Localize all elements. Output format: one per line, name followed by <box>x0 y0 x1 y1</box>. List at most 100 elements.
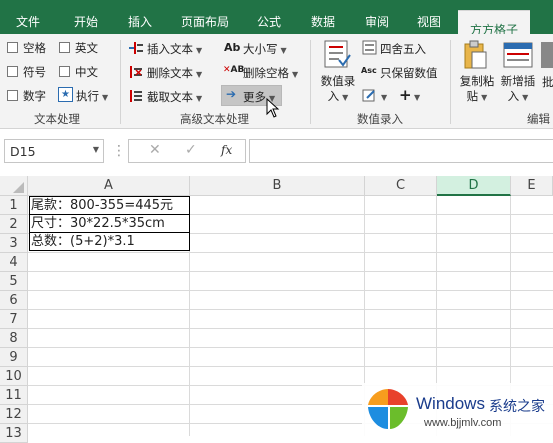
cell-a1[interactable]: 尾款：800-355=445元 <box>29 196 190 215</box>
name-box[interactable]: D15 ▼ <box>4 139 104 163</box>
column-header-b[interactable]: B <box>190 176 365 196</box>
row-header[interactable]: 3 <box>0 234 28 253</box>
watermark: Windows 系统之家 www.bjjmlv.com <box>362 383 553 436</box>
tab-formulas[interactable]: 公式 <box>248 0 290 34</box>
delete-text-icon <box>128 64 144 80</box>
checkbox-number-label: 数字 <box>23 89 46 103</box>
extract-text-button[interactable]: 截取文本 ▼ <box>147 89 202 105</box>
number-entry-icon <box>323 40 351 70</box>
keep-numbers-icon: Asc <box>361 66 377 75</box>
tab-fangfang[interactable]: 方方格子 <box>458 10 530 37</box>
execute-star-icon: ★ <box>58 87 73 102</box>
checkbox-space-label: 空格 <box>23 41 46 55</box>
formula-buttons: ✕ ✓ fx <box>128 139 246 163</box>
name-box-value: D15 <box>10 144 36 159</box>
gridline <box>28 328 553 329</box>
edit-cell-icon <box>362 89 376 103</box>
row-header[interactable]: 10 <box>0 367 28 386</box>
group-label-advanced-text: 高级文本处理 <box>180 112 249 126</box>
watermark-brand: Windows <box>416 394 485 413</box>
tab-file[interactable]: 文件 <box>4 0 52 34</box>
checkbox-symbol-label: 符号 <box>23 65 46 79</box>
checkbox-space[interactable] <box>7 42 18 53</box>
row-header[interactable]: 7 <box>0 310 28 329</box>
group-separator <box>120 40 121 124</box>
tab-page-layout[interactable]: 页面布局 <box>174 0 236 34</box>
gridline <box>28 290 553 291</box>
checkbox-english[interactable] <box>59 42 70 53</box>
row-header[interactable]: 11 <box>0 386 28 405</box>
group-label-edit: 编辑 <box>527 112 550 126</box>
insert-text-button[interactable]: 插入文本 ▼ <box>147 41 202 57</box>
row-header[interactable]: 13 <box>0 424 28 443</box>
cell-a3[interactable]: 总数：(5+2)*3.1 <box>29 232 190 251</box>
tab-view[interactable]: 视图 <box>408 0 450 34</box>
watermark-brand-cn: 系统之家 <box>489 399 545 415</box>
row-header[interactable]: 2 <box>0 215 28 234</box>
cancel-icon[interactable]: ✕ <box>149 142 161 158</box>
insert-text-icon <box>128 40 144 56</box>
name-box-dropdown-icon[interactable]: ▼ <box>93 145 99 154</box>
confirm-icon[interactable]: ✓ <box>185 142 197 158</box>
insert-function-icon[interactable]: fx <box>221 143 232 157</box>
row-header[interactable]: 9 <box>0 348 28 367</box>
row-header[interactable]: 5 <box>0 272 28 291</box>
new-insert-icon <box>503 42 533 68</box>
delete-text-button[interactable]: 删除文本 ▼ <box>147 65 202 81</box>
tab-data[interactable]: 数据 <box>302 0 344 34</box>
cell-a2[interactable]: 尺寸：30*22.5*35cm <box>29 214 190 233</box>
copy-paste-button[interactable]: 复制粘贴 ▼ <box>458 74 496 105</box>
row-header[interactable]: 12 <box>0 405 28 424</box>
case-icon: Ab <box>224 41 241 54</box>
column-header-d[interactable]: D <box>437 176 511 196</box>
gridline <box>28 252 553 253</box>
group-label-text-processing: 文本处理 <box>34 112 80 126</box>
checkbox-english-label: 英文 <box>75 41 98 55</box>
column-header-a[interactable]: A <box>28 176 190 196</box>
row-header[interactable]: 4 <box>0 253 28 272</box>
round-button[interactable]: 四舍五入 <box>380 41 426 57</box>
keep-numbers-button[interactable]: 只保留数值 <box>380 65 438 81</box>
checkbox-number[interactable] <box>7 90 18 101</box>
new-insert-button[interactable]: 新增插入 ▼ <box>499 74 537 105</box>
tab-home[interactable]: 开始 <box>62 0 110 34</box>
watermark-url: www.bjjmlv.com <box>424 417 502 429</box>
case-button[interactable]: 大小写 ▼ <box>243 41 287 57</box>
row-header[interactable]: 8 <box>0 329 28 348</box>
windows-logo-icon <box>366 387 410 431</box>
number-entry-button[interactable]: 数值录入 ▼ <box>319 74 357 105</box>
copy-paste-icon <box>462 40 488 70</box>
column-header-e[interactable]: E <box>511 176 553 196</box>
checkbox-chinese-label: 中文 <box>75 65 98 79</box>
round-icon <box>362 40 377 55</box>
row-header[interactable]: 1 <box>0 196 28 215</box>
gridline <box>28 309 553 310</box>
select-all-corner[interactable] <box>0 176 28 196</box>
delete-space-button[interactable]: 删除空格 ▼ <box>243 65 298 81</box>
plus-dropdown[interactable]: ▼ <box>411 89 420 103</box>
ribbon-tab-bar: 文件 开始 插入 页面布局 公式 数据 审阅 视图 方方格子 <box>0 0 553 37</box>
tab-review[interactable]: 审阅 <box>356 0 398 34</box>
checkbox-chinese[interactable] <box>59 66 70 77</box>
delete-space-icon: ✕AB <box>223 65 245 75</box>
tab-insert[interactable]: 插入 <box>116 0 164 34</box>
batch-button[interactable]: 批 <box>542 74 553 90</box>
gridline <box>28 271 553 272</box>
edit-cell-dropdown[interactable]: ▼ <box>378 89 387 103</box>
gridline <box>28 347 553 348</box>
column-header-c[interactable]: C <box>365 176 437 196</box>
formula-input[interactable] <box>249 139 553 163</box>
gridline <box>28 366 553 367</box>
more-arrow-icon: ➔ <box>226 87 237 101</box>
row-header[interactable]: 6 <box>0 291 28 310</box>
group-separator <box>450 40 451 124</box>
execute-button[interactable]: 执行 ▼ <box>76 88 108 104</box>
extract-text-icon <box>128 88 144 104</box>
checkbox-symbol[interactable] <box>7 66 18 77</box>
formula-bar-grip-icon: ⋮ <box>112 142 126 160</box>
mouse-cursor-icon <box>266 97 280 118</box>
group-separator <box>310 40 311 124</box>
plus-icon[interactable]: + <box>399 86 412 104</box>
batch-icon <box>541 42 553 68</box>
group-label-number-entry: 数值录入 <box>357 112 403 126</box>
